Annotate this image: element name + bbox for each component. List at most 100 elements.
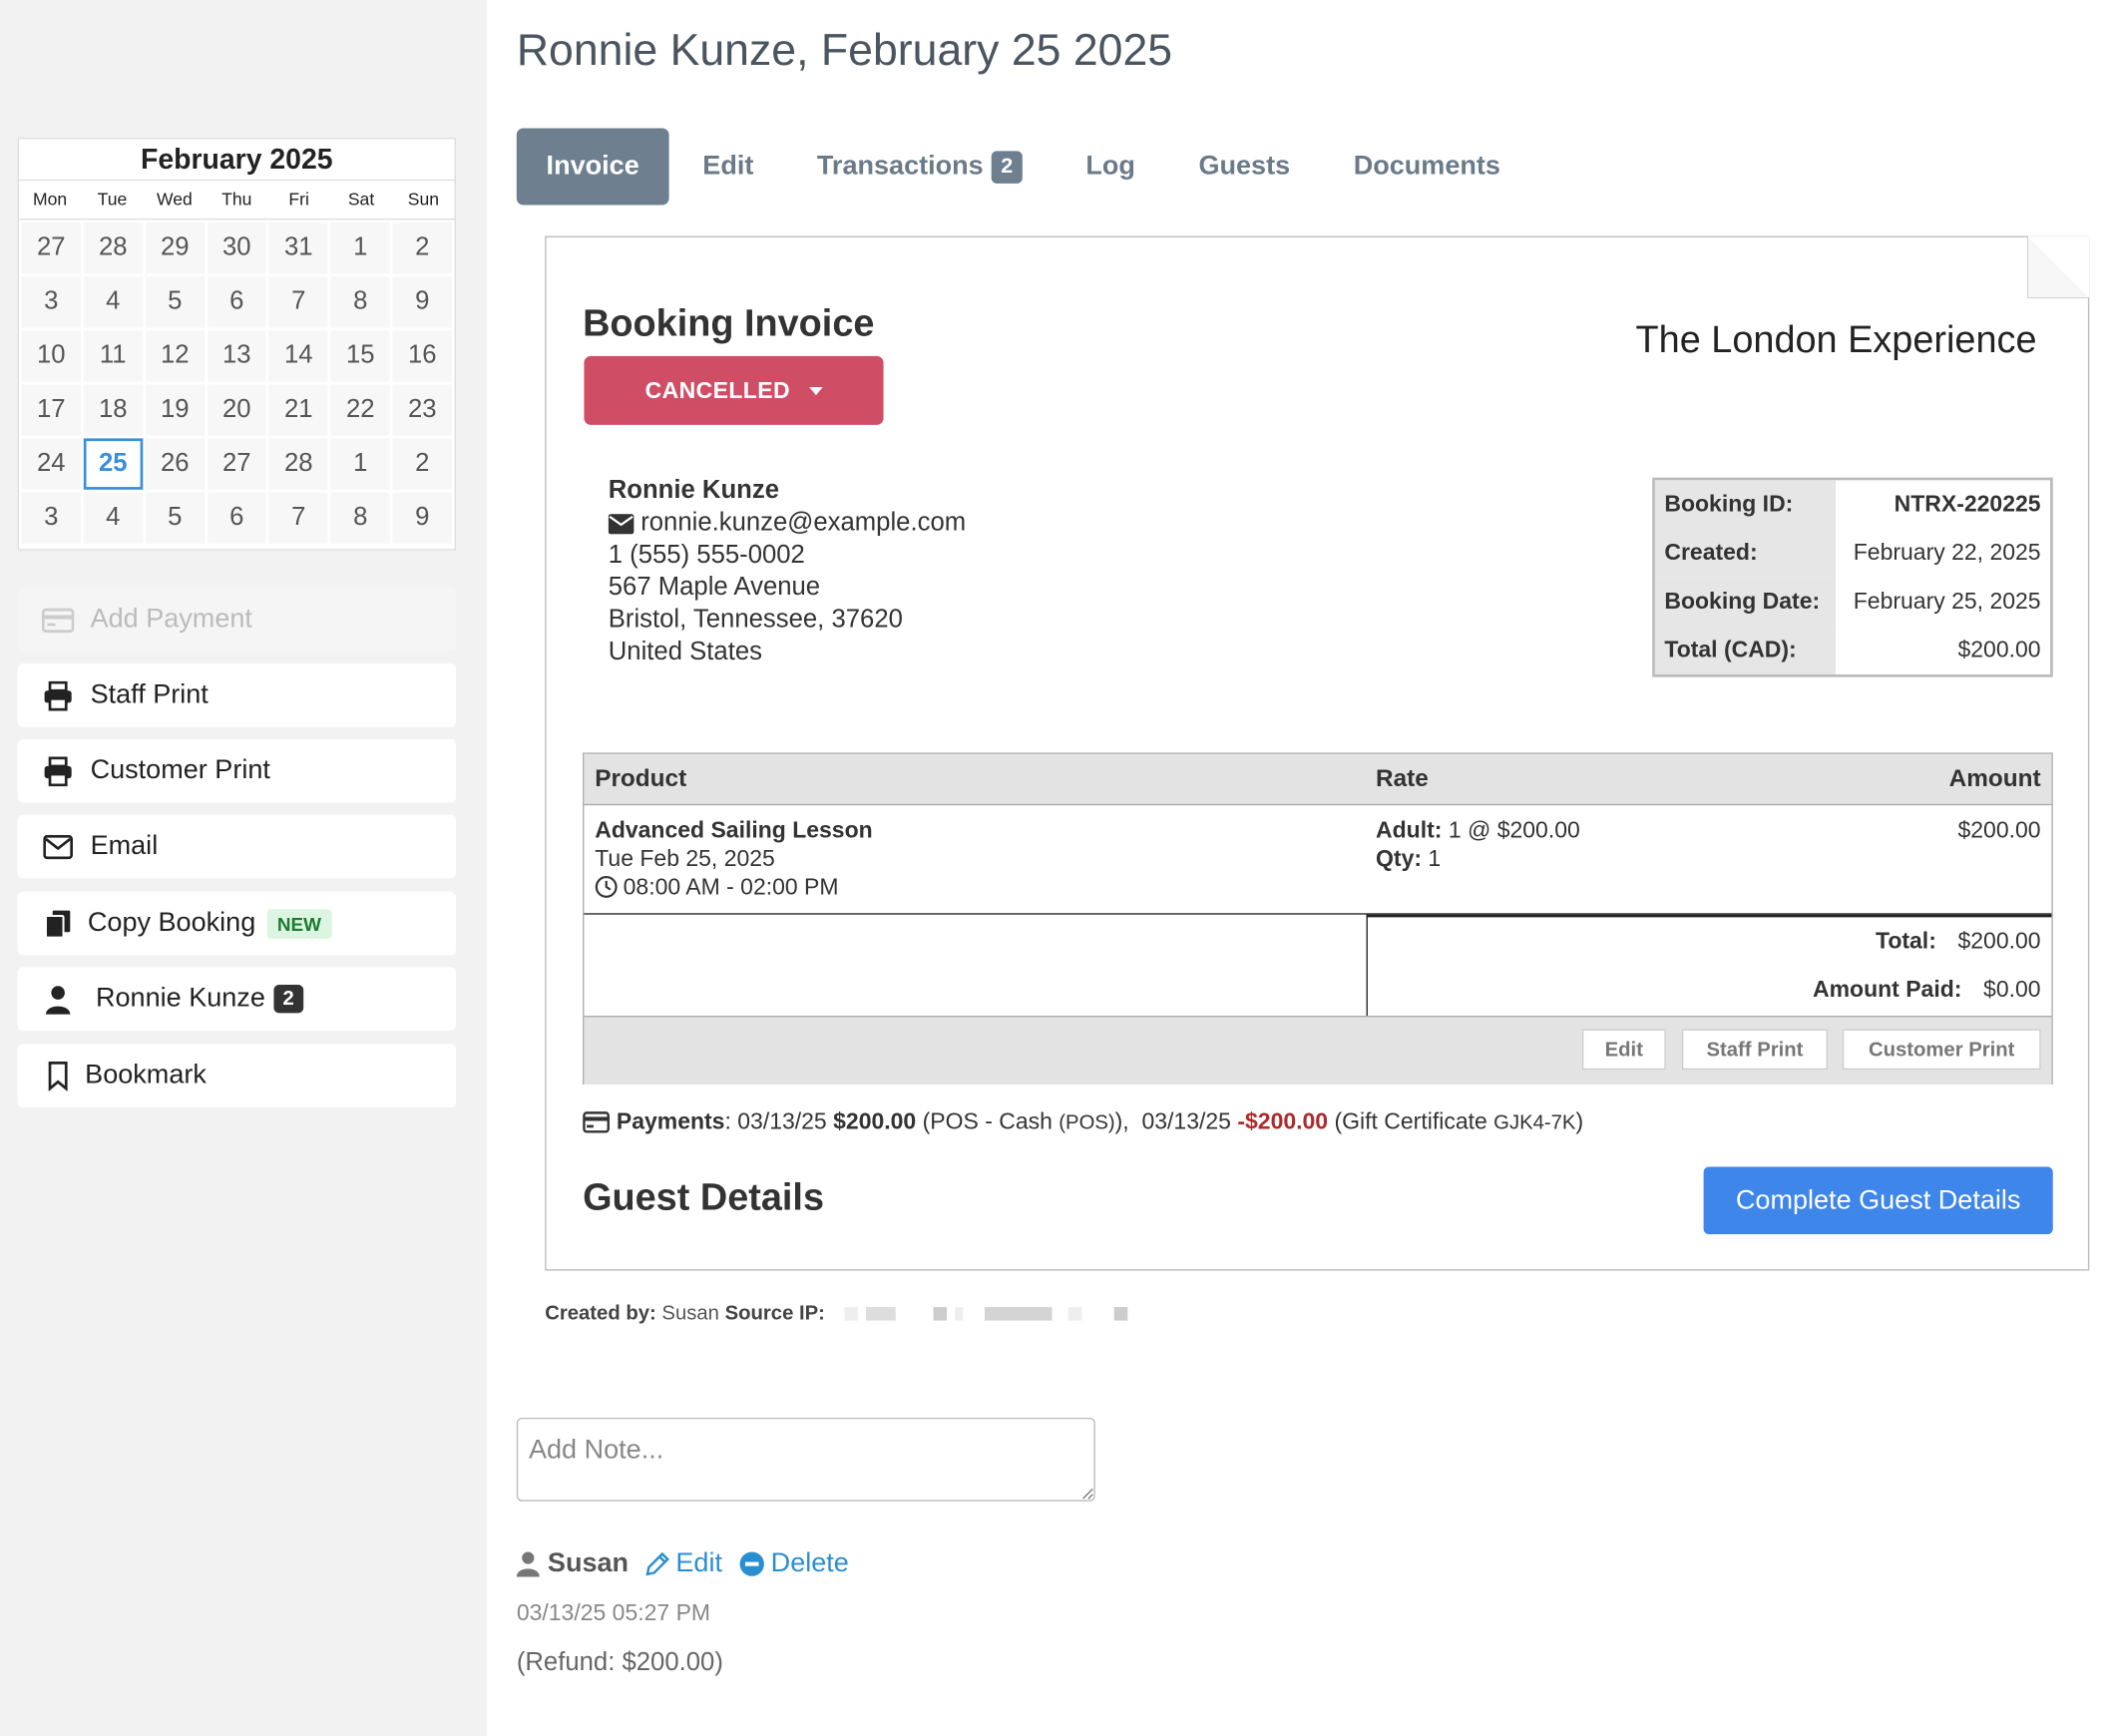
copy-booking-button[interactable]: Copy Booking NEW <box>17 891 456 956</box>
calendar-day[interactable]: 20 <box>207 384 266 436</box>
booking-id-value: NTRX-220225 <box>1894 491 2041 517</box>
calendar-day[interactable]: 24 <box>21 438 81 490</box>
calendar-day[interactable]: 22 <box>330 384 390 436</box>
weekday-label: Wed <box>156 189 193 210</box>
tab-label: Documents <box>1353 151 1500 182</box>
calendar-day[interactable]: 4 <box>83 492 143 544</box>
calendar-day[interactable]: 30 <box>207 222 266 274</box>
bookmark-button[interactable]: Bookmark <box>17 1044 456 1107</box>
tab-documents[interactable]: Documents <box>1324 128 1530 205</box>
payment-method: (Gift Certificate <box>1334 1108 1487 1135</box>
calendar-day[interactable]: 6 <box>207 492 266 544</box>
tab-invoice[interactable]: Invoice <box>516 128 669 206</box>
calendar-day[interactable]: 28 <box>268 438 328 490</box>
calendar-day[interactable]: 4 <box>83 276 143 328</box>
calendar-day[interactable]: 5 <box>145 492 205 544</box>
product-column-header: Product <box>595 764 687 792</box>
new-badge: NEW <box>266 908 332 939</box>
tab-label: Edit <box>702 151 754 182</box>
delete-note-link[interactable]: Delete <box>738 1548 849 1579</box>
amount-paid-value: $0.00 <box>1983 976 2041 1003</box>
calendar-day[interactable]: 3 <box>21 276 81 328</box>
calendar-day[interactable]: 7 <box>268 276 328 328</box>
edit-note-link[interactable]: Edit <box>644 1548 722 1579</box>
calendar-day[interactable]: 11 <box>83 330 143 382</box>
weekday-label: Sat <box>347 189 375 210</box>
user-icon <box>516 1551 540 1577</box>
amount-paid-label: Amount Paid: <box>1813 976 1962 1003</box>
meta-label: Booking ID: <box>1654 480 1837 529</box>
payment-amount: $200.00 <box>833 1108 917 1135</box>
calendar-day[interactable]: 2 <box>392 222 452 274</box>
transactions-count-badge: 2 <box>991 151 1023 184</box>
calendar-day[interactable]: 29 <box>145 222 205 274</box>
meta-row: Booking ID: NTRX-220225 <box>1654 480 2050 529</box>
calendar-day[interactable]: 15 <box>330 330 390 382</box>
calendar-day[interactable]: 3 <box>21 492 81 544</box>
customer-name: Ronnie Kunze <box>608 476 780 505</box>
email-label: Email <box>90 830 159 861</box>
add-payment-button[interactable]: Add Payment <box>17 588 456 652</box>
total-row: Total: $200.00 <box>1876 928 2041 955</box>
calendar-day[interactable]: 8 <box>330 276 390 328</box>
customer-print-button[interactable]: Customer Print <box>1842 1029 2041 1071</box>
rate-column-header: Rate <box>1376 764 1429 792</box>
booking-count-badge: 2 <box>272 984 304 1014</box>
calendar-day[interactable]: 6 <box>207 276 266 328</box>
meta-row: Total (CAD): $200.00 <box>1654 626 2050 674</box>
calendar-day[interactable]: 12 <box>145 330 205 382</box>
calendar-day[interactable]: 1 <box>330 438 390 490</box>
calendar-day[interactable]: 27 <box>21 222 81 274</box>
add-note-textarea[interactable] <box>516 1417 1095 1502</box>
calendar-day[interactable]: 9 <box>392 492 452 544</box>
customer-street: 567 Maple Avenue <box>608 573 821 602</box>
calendar-day[interactable]: 9 <box>392 276 452 328</box>
calendar-day[interactable]: 13 <box>207 330 266 382</box>
printer-icon <box>42 679 74 711</box>
tab-transactions[interactable]: Transactions 2 <box>787 128 1052 205</box>
staff-print-button[interactable]: Staff Print <box>17 663 456 727</box>
calendar-day[interactable]: 17 <box>21 384 81 436</box>
calendar-day[interactable]: 1 <box>330 222 390 274</box>
customer-profile-button[interactable]: Ronnie Kunze 2 <box>17 967 456 1031</box>
copy-booking-label: Copy Booking <box>87 907 256 938</box>
customer-email[interactable]: ronnie.kunze@example.com <box>640 507 966 539</box>
complete-guest-details-button[interactable]: Complete Guest Details <box>1703 1166 2053 1235</box>
product-name: Advanced Sailing Lesson <box>595 817 873 843</box>
edit-button[interactable]: Edit <box>1581 1029 1666 1071</box>
weekday-label: Fri <box>288 189 309 210</box>
staff-print-button[interactable]: Staff Print <box>1681 1029 1828 1071</box>
payment-amount-negative: -$200.00 <box>1237 1108 1329 1135</box>
status-dropdown-button[interactable]: CANCELLED <box>584 355 884 425</box>
note-text: (Refund: $200.00) <box>516 1648 723 1677</box>
table-row: Advanced Sailing Lesson Tue Feb 25, 2025… <box>584 805 2051 913</box>
payments-summary: Payments: 03/13/25 $200.00 (POS - Cash (… <box>583 1108 1583 1135</box>
payment-code: GJK4-7K <box>1493 1110 1576 1134</box>
calendar-day[interactable]: 5 <box>145 276 205 328</box>
calendar-day[interactable]: 10 <box>21 330 81 382</box>
calendar-day[interactable]: 18 <box>83 384 143 436</box>
printer-icon <box>42 754 74 786</box>
tab-edit[interactable]: Edit <box>673 128 784 205</box>
email-button[interactable]: Email <box>17 814 456 879</box>
calendar-day[interactable]: 16 <box>392 330 452 382</box>
total-label: Total: <box>1875 928 1936 954</box>
delete-note-label: Delete <box>770 1548 849 1578</box>
calendar-day[interactable]: 23 <box>392 384 452 436</box>
calendar-day[interactable]: 31 <box>268 222 328 274</box>
product-time: 08:00 AM - 02:00 PM <box>623 874 839 900</box>
customer-print-button[interactable]: Customer Print <box>17 738 456 803</box>
calendar-day[interactable]: 28 <box>83 222 143 274</box>
calendar-day[interactable]: 26 <box>145 438 205 490</box>
calendar-day[interactable]: 8 <box>330 492 390 544</box>
tab-guests[interactable]: Guests <box>1169 128 1320 205</box>
customer-phone: 1 (555) 555-0002 <box>608 541 805 570</box>
calendar-day[interactable]: 14 <box>268 330 328 382</box>
calendar-day[interactable]: 27 <box>207 438 266 490</box>
calendar-day[interactable]: 19 <box>145 384 205 436</box>
calendar-day-selected[interactable]: 25 <box>83 438 143 490</box>
calendar-day[interactable]: 7 <box>268 492 328 544</box>
calendar-day[interactable]: 2 <box>392 438 452 490</box>
calendar-day[interactable]: 21 <box>268 384 328 436</box>
tab-log[interactable]: Log <box>1057 128 1165 205</box>
